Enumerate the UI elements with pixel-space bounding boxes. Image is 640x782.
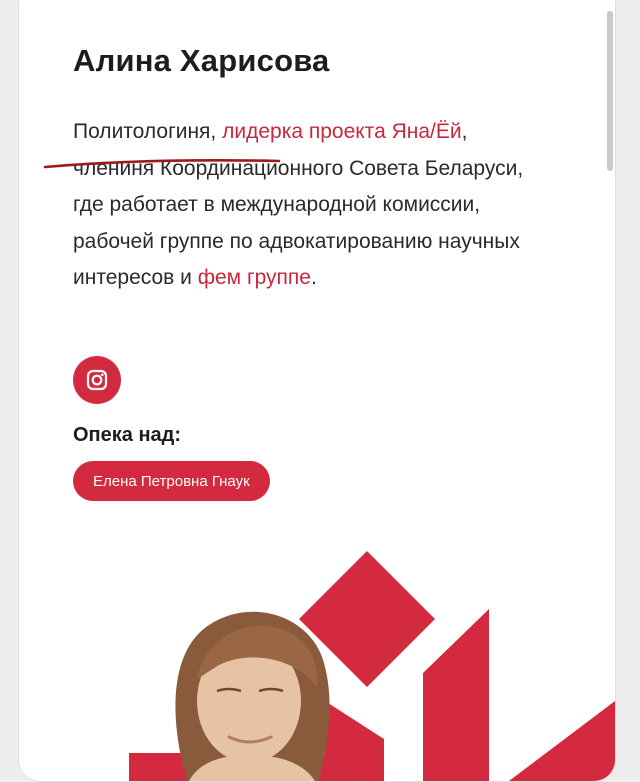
instagram-icon <box>86 369 108 391</box>
fem-group-link[interactable]: фем группе <box>198 266 311 289</box>
handwritten-underline <box>43 159 281 169</box>
bio-text-3: . <box>310 266 317 289</box>
profile-photo <box>175 611 330 781</box>
bio-text-1: Политологиня, <box>73 120 223 143</box>
profile-name: Алина Харисова <box>73 43 330 78</box>
profile-bio: Политологиня, лидерка проекта Яна/Ёй, чл… <box>73 114 553 297</box>
guardianship-label: Опека над: <box>73 424 182 446</box>
profile-photo-area <box>129 551 615 781</box>
instagram-button[interactable] <box>73 356 121 404</box>
profile-card: Алина Харисова Политологиня, лидерка про… <box>18 0 616 782</box>
bio-text-2: , члениня Координационного Совета Белару… <box>73 120 524 289</box>
scrollbar[interactable] <box>607 11 613 171</box>
project-link[interactable]: лидерка проекта Яна/Ёй <box>222 120 462 143</box>
guardianship-person-chip[interactable]: Елена Петровна Гнаук <box>73 461 270 501</box>
